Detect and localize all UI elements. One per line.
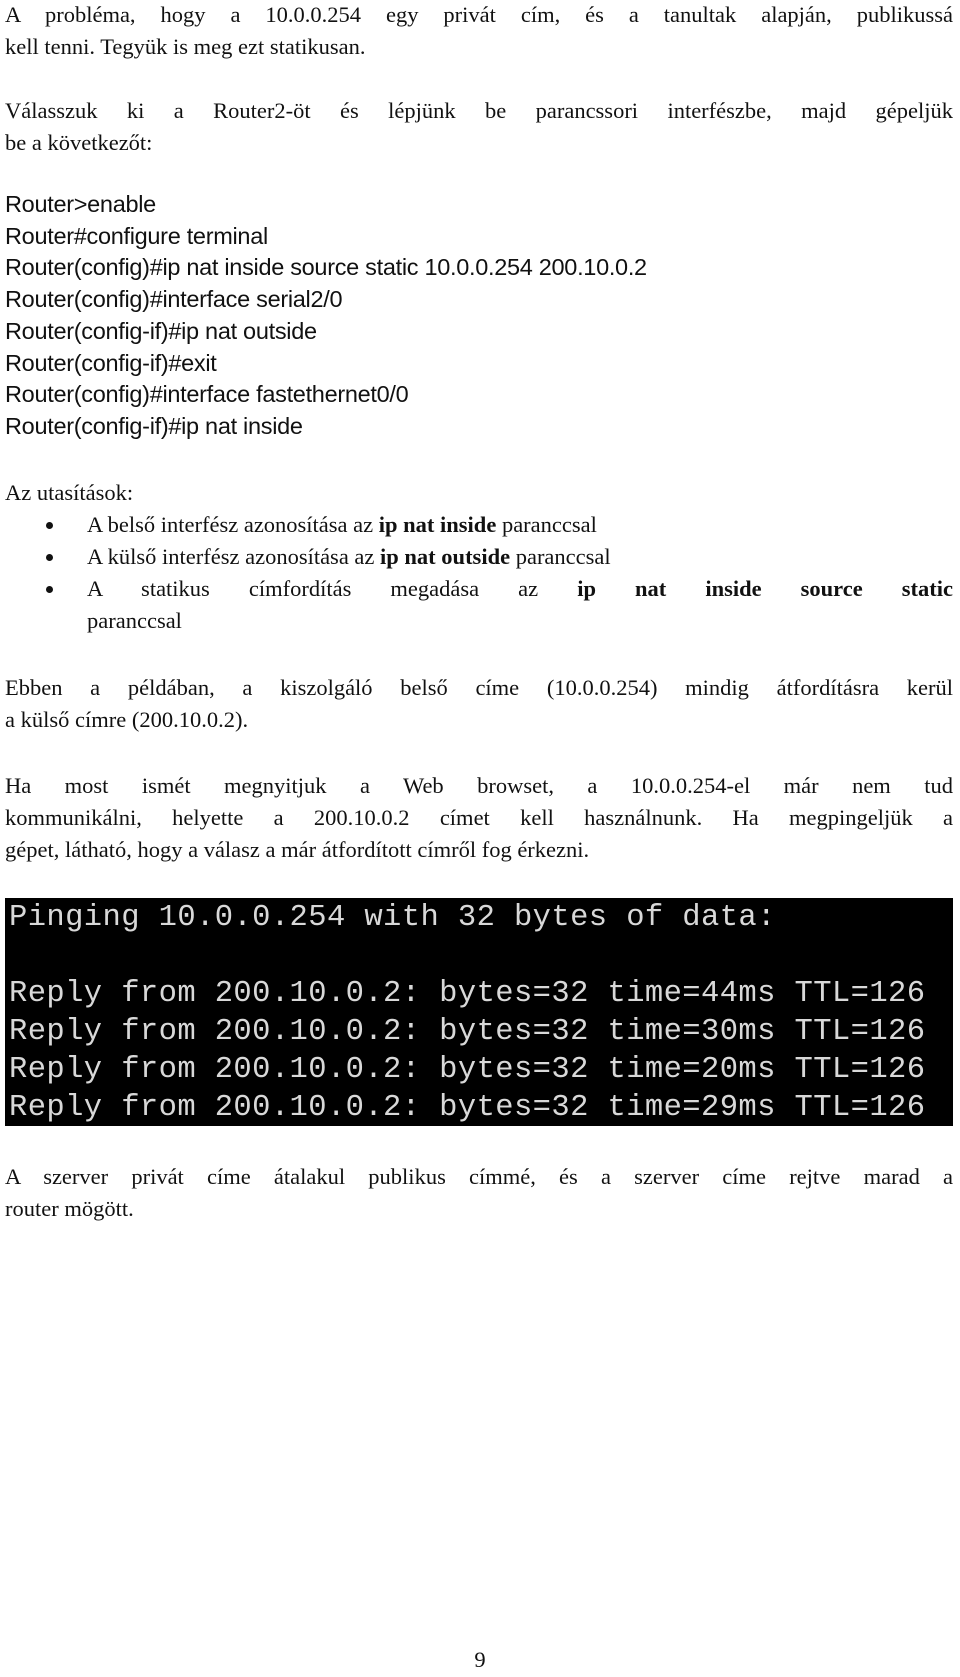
conclusion-paragraph: A szerver privát címe átalakul publikus … — [5, 1161, 953, 1225]
command-line: Router#configure terminal — [5, 222, 268, 249]
command-line: Router(config)#interface fastethernet0/0 — [5, 381, 409, 408]
text-line: Ha most ismét megnyitjuk a Web browset, … — [5, 773, 953, 798]
text-line: Ebben a példában, a kiszolgáló belső cím… — [5, 675, 953, 700]
router-commands: Router>enable Router#configure terminal … — [5, 189, 953, 443]
ping-header: Pinging 10.0.0.254 with 32 bytes of data… — [9, 901, 776, 935]
list-item: A külső interfész azonosítása az ip nat … — [0, 541, 953, 573]
command-line: Router(config)#interface serial2/0 — [5, 286, 343, 313]
text-line: A szerver privát címe átalakul publikus … — [5, 1164, 953, 1189]
example-paragraph: Ebben a példában, a kiszolgáló belső cím… — [5, 672, 953, 736]
command-line: Router>enable — [5, 191, 156, 217]
bullet-icon — [46, 522, 53, 529]
list-item: A belső interfész azonosítása az ip nat … — [0, 509, 953, 541]
steps-heading: Az utasítások: — [5, 480, 134, 505]
browser-note-paragraph: Ha most ismét megnyitjuk a Web browset, … — [5, 770, 953, 866]
bullet-icon — [46, 586, 53, 593]
text-line: kommunikálni, helyette a 200.10.0.2 címe… — [5, 805, 953, 830]
text-line: Válasszuk ki a Router2-öt és lépjünk be … — [5, 98, 953, 123]
bullet-icon — [46, 554, 53, 561]
ping-terminal-screenshot: Pinging 10.0.0.254 with 32 bytes of data… — [5, 898, 953, 1126]
instruction-paragraph: Válasszuk ki a Router2-öt és lépjünk be … — [5, 95, 953, 159]
text-line: be a következőt: — [5, 130, 153, 155]
text-line: kell tenni. Tegyük is meg ezt statikusan… — [5, 34, 366, 59]
text-line: a külső címre (200.10.0.2). — [5, 707, 249, 732]
text-line: A probléma, hogy a 10.0.0.254 egy privát… — [5, 2, 953, 27]
command-line: Router(config-if)#ip nat inside — [5, 412, 303, 439]
text-line: gépet, látható, hogy a válasz a már átfo… — [5, 837, 590, 862]
page-number: 9 — [474, 1647, 486, 1672]
ping-reply: Reply from 200.10.0.2: bytes=32 time=20m… — [9, 1053, 926, 1087]
steps-list: A belső interfész azonosítása az ip nat … — [0, 509, 953, 637]
command-line: Router(config-if)#exit — [5, 349, 217, 376]
list-item: A statikus címfordítás megadása az ip na… — [0, 573, 953, 637]
text-line: router mögött. — [5, 1196, 134, 1221]
ping-reply: Reply from 200.10.0.2: bytes=32 time=30m… — [9, 1015, 926, 1049]
ping-reply: Reply from 200.10.0.2: bytes=32 time=29m… — [9, 1091, 926, 1125]
command-line: Router(config-if)#ip nat outside — [5, 317, 317, 344]
ping-reply: Reply from 200.10.0.2: bytes=32 time=44m… — [9, 977, 926, 1011]
intro-paragraph: A probléma, hogy a 10.0.0.254 egy privát… — [5, 0, 953, 63]
command-line: Router(config)#ip nat inside source stat… — [5, 254, 647, 281]
